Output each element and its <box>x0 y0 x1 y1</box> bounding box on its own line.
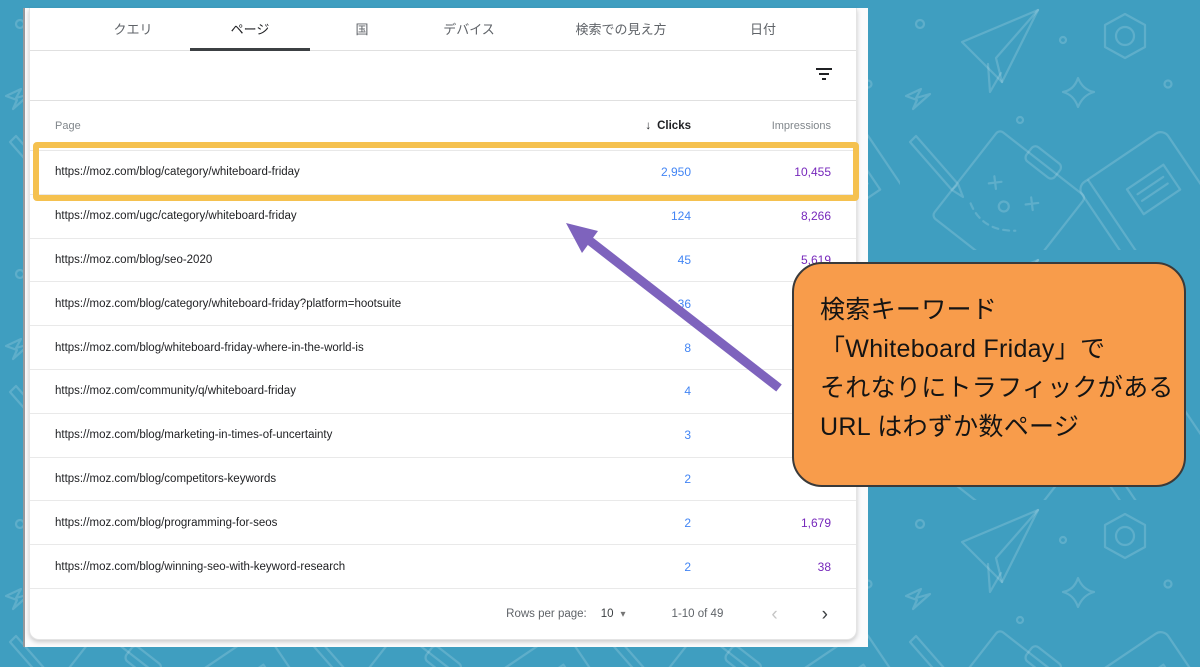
table-row[interactable]: https://moz.com/blog/category/whiteboard… <box>30 151 856 195</box>
table-row[interactable]: https://moz.com/ugc/category/whiteboard-… <box>30 195 856 239</box>
row-page-url[interactable]: https://moz.com/blog/competitors-keyword… <box>55 473 521 485</box>
table-header: Page ↓ Clicks Impressions <box>30 101 856 151</box>
row-impressions-value: 38 <box>691 560 831 574</box>
table-body: https://moz.com/blog/category/whiteboard… <box>30 151 856 589</box>
callout-text-line: 検索キーワード <box>820 291 1170 330</box>
table-row[interactable]: https://moz.com/blog/programming-for-seo… <box>30 501 856 545</box>
table-row[interactable]: https://moz.com/blog/marketing-in-times-… <box>30 414 856 458</box>
row-page-url[interactable]: https://moz.com/ugc/category/whiteboard-… <box>55 210 521 222</box>
rows-per-page-value[interactable]: 10 <box>601 608 614 620</box>
row-clicks-value: 4 <box>521 384 691 398</box>
gsc-screenshot-panel: クエリページ国デバイス検索での見え方日付 Page ↓ Clicks Impres… <box>23 8 868 647</box>
report-tab[interactable]: 国 <box>322 8 402 51</box>
callout-text-line: URL はわずか数ページ <box>820 408 1170 447</box>
rows-per-page-dropdown-icon[interactable]: ▾ <box>621 609 626 620</box>
row-page-url[interactable]: https://moz.com/blog/marketing-in-times-… <box>55 429 521 441</box>
table-row[interactable]: https://moz.com/blog/seo-2020 45 5,619 <box>30 239 856 283</box>
report-tab[interactable]: 検索での見え方 <box>536 8 706 51</box>
row-impressions-value: 8,266 <box>691 209 831 223</box>
column-header-clicks-label: Clicks <box>657 120 691 132</box>
row-impressions-value: 10,455 <box>691 165 831 179</box>
row-page-url[interactable]: https://moz.com/blog/category/whiteboard… <box>55 166 521 178</box>
row-page-url[interactable]: https://moz.com/blog/category/whiteboard… <box>55 298 521 310</box>
column-header-impressions[interactable]: Impressions <box>691 120 831 132</box>
row-clicks-value: 2 <box>521 516 691 530</box>
row-page-url[interactable]: https://moz.com/community/q/whiteboard-f… <box>55 385 521 397</box>
filter-row <box>30 51 856 101</box>
gsc-report-card: クエリページ国デバイス検索での見え方日付 Page ↓ Clicks Impres… <box>29 8 857 640</box>
next-page-icon[interactable]: › <box>822 605 828 624</box>
row-clicks-value: 45 <box>521 253 691 267</box>
row-clicks-value: 2 <box>521 560 691 574</box>
callout-bubble: 検索キーワード「Whiteboard Friday」でそれなりにトラフィックがあ… <box>792 262 1186 487</box>
rows-per-page-label: Rows per page: <box>506 608 587 620</box>
table-row[interactable]: https://moz.com/blog/category/whiteboard… <box>30 282 856 326</box>
report-tab[interactable]: デバイス <box>414 8 524 51</box>
report-tab[interactable]: 日付 <box>718 8 808 51</box>
row-clicks-value: 3 <box>521 428 691 442</box>
table-row[interactable]: https://moz.com/blog/competitors-keyword… <box>30 458 856 502</box>
pagination-range: 1-10 of 49 <box>672 608 724 620</box>
report-tab[interactable]: クエリ <box>88 8 178 51</box>
column-header-clicks[interactable]: ↓ Clicks <box>521 120 691 132</box>
table-row[interactable]: https://moz.com/blog/winning-seo-with-ke… <box>30 545 856 589</box>
pagination-bar: Rows per page: 10 ▾ 1-10 of 49 ‹ › <box>30 589 856 640</box>
row-impressions-value: 1,679 <box>691 516 831 530</box>
row-page-url[interactable]: https://moz.com/blog/seo-2020 <box>55 254 521 266</box>
callout-text-line: 「Whiteboard Friday」で <box>820 330 1170 369</box>
table-row[interactable]: https://moz.com/community/q/whiteboard-f… <box>30 370 856 414</box>
row-clicks-value: 124 <box>521 209 691 223</box>
filter-icon[interactable] <box>816 68 832 82</box>
row-clicks-value: 2 <box>521 472 691 486</box>
report-tab[interactable]: ページ <box>190 8 310 51</box>
sort-descending-icon: ↓ <box>645 120 651 132</box>
tab-bar: クエリページ国デバイス検索での見え方日付 <box>30 8 856 51</box>
previous-page-icon[interactable]: ‹ <box>771 605 777 624</box>
row-page-url[interactable]: https://moz.com/blog/whiteboard-friday-w… <box>55 342 521 354</box>
row-clicks-value: 8 <box>521 341 691 355</box>
row-clicks-value: 36 <box>521 297 691 311</box>
callout-text-line: それなりにトラフィックがある <box>820 369 1170 408</box>
row-page-url[interactable]: https://moz.com/blog/programming-for-seo… <box>55 517 521 529</box>
page-background: { "gsc": { "tabs": [ {"label": "クエリ", "a… <box>0 0 1200 667</box>
row-page-url[interactable]: https://moz.com/blog/winning-seo-with-ke… <box>55 561 521 573</box>
table-row[interactable]: https://moz.com/blog/whiteboard-friday-w… <box>30 326 856 370</box>
column-header-page[interactable]: Page <box>55 120 521 132</box>
row-clicks-value: 2,950 <box>521 165 691 179</box>
